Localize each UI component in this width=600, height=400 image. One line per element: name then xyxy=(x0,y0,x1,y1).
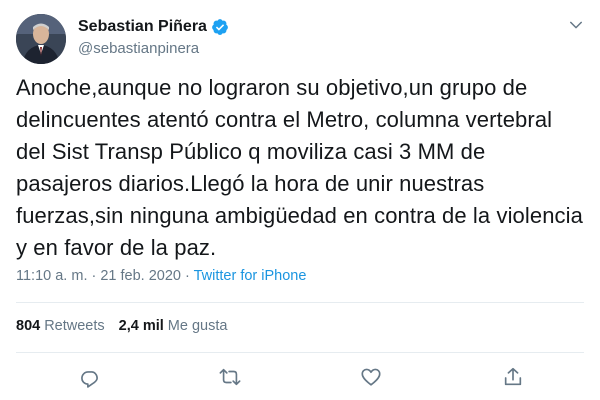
reply-button[interactable] xyxy=(77,364,103,390)
avatar[interactable] xyxy=(16,14,66,64)
tweet-timestamp[interactable]: 11:10 a. m. · 21 feb. 2020 xyxy=(16,268,181,284)
share-icon xyxy=(504,367,522,386)
user-handle[interactable]: @sebastianpinera xyxy=(78,40,199,57)
tweet-meta: 11:10 a. m. · 21 feb. 2020 · Twitter for… xyxy=(16,268,306,284)
display-name[interactable]: Sebastian Piñera xyxy=(78,18,207,36)
likes-label: Me gusta xyxy=(167,318,228,334)
retweets-count: 804 xyxy=(16,318,41,334)
tweet-text: Anoche,aunque no lograron su objetivo,un… xyxy=(16,75,583,260)
chevron-down-icon[interactable] xyxy=(567,16,585,34)
retweets-stat[interactable]: 804 Retweets xyxy=(16,318,105,334)
retweet-icon xyxy=(219,368,241,386)
avatar-image xyxy=(16,14,66,64)
reply-icon xyxy=(81,371,98,388)
share-button[interactable] xyxy=(500,364,526,390)
tweet-card: Sebastian Piñera @sebastianpinera Anoche… xyxy=(0,0,600,400)
like-button[interactable] xyxy=(358,364,384,390)
engagement-stats: 804 Retweets 2,4 mil Me gusta xyxy=(16,318,227,334)
retweet-button[interactable] xyxy=(217,364,243,390)
retweets-label: Retweets xyxy=(44,318,105,334)
meta-separator: · xyxy=(180,268,194,284)
tweet-source-link[interactable]: Twitter for iPhone xyxy=(194,268,307,284)
divider xyxy=(16,352,584,353)
likes-count: 2,4 mil xyxy=(118,318,164,334)
heart-icon xyxy=(361,368,381,386)
likes-stat[interactable]: 2,4 mil Me gusta xyxy=(119,318,228,334)
user-name-row[interactable]: Sebastian Piñera xyxy=(78,18,229,36)
divider xyxy=(16,302,584,303)
verified-badge-icon xyxy=(211,18,229,36)
